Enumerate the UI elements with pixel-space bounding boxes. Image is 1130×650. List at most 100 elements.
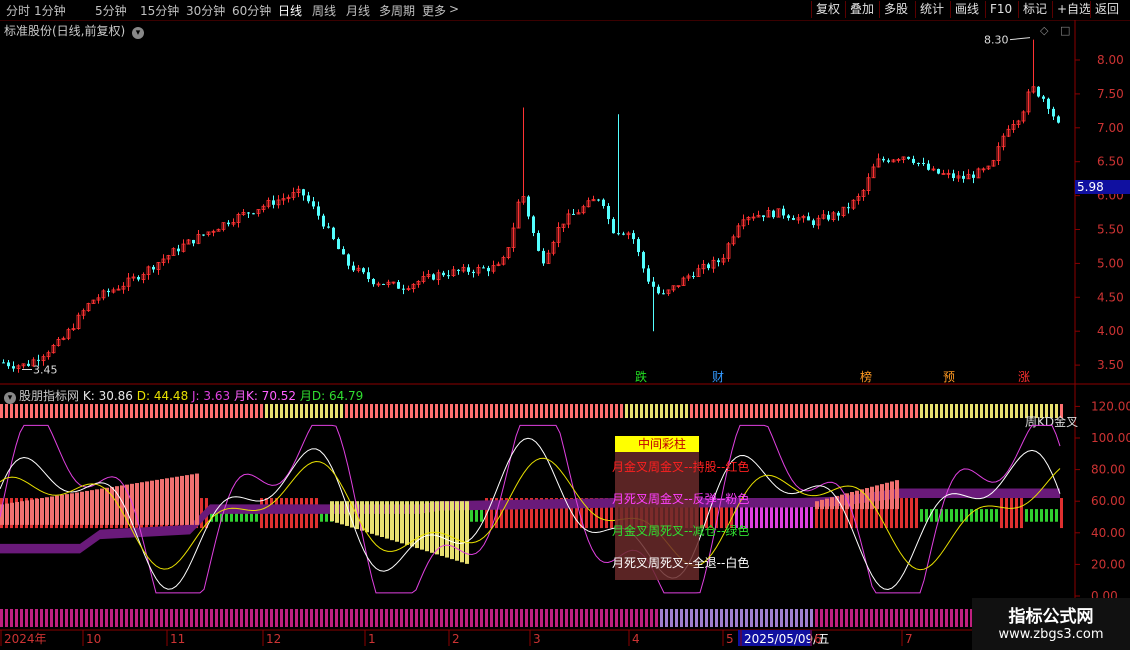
state-column <box>1015 498 1018 529</box>
signal-bar-top <box>870 404 873 418</box>
signal-bar-top <box>275 404 278 418</box>
kd-histogram-bar <box>880 484 884 510</box>
signal-bar-top <box>425 404 428 418</box>
signal-bar-bottom <box>660 609 663 627</box>
signal-bar-top <box>325 404 328 418</box>
signal-bar-bottom <box>450 609 453 627</box>
kd-histogram-bar <box>335 501 339 523</box>
signal-bar-bottom <box>170 609 173 627</box>
kd-histogram-bar <box>20 501 24 525</box>
signal-bar-bottom <box>100 609 103 627</box>
kd-histogram-bar <box>140 482 144 525</box>
signal-bar-top <box>40 404 43 418</box>
signal-bar-top <box>875 404 878 418</box>
signal-bar-top <box>135 404 138 418</box>
signal-bar-top <box>605 404 608 418</box>
signal-bar-top <box>690 404 693 418</box>
kd-histogram-bar <box>80 491 84 525</box>
signal-bar-bottom <box>680 609 683 627</box>
signal-bar-bottom <box>575 609 578 627</box>
signal-bar-top <box>515 404 518 418</box>
candle-body <box>717 260 720 263</box>
candle-body <box>137 276 140 280</box>
signal-bar-bottom <box>830 609 833 627</box>
kd-histogram-bar <box>370 501 374 534</box>
signal-bar-bottom <box>810 609 813 627</box>
signal-bar-top <box>250 404 253 418</box>
indicator-value-1: D: 44.48 <box>132 389 189 403</box>
candle-body <box>432 274 435 280</box>
state-column <box>910 498 913 529</box>
chart-options-chevron-icon[interactable]: ▾ <box>132 27 145 39</box>
state-column <box>955 509 958 522</box>
signal-bar-top <box>750 404 753 418</box>
candle-body <box>607 205 610 220</box>
signal-bar-top <box>70 404 73 418</box>
kd-histogram-bar <box>365 501 369 533</box>
signal-bar-bottom <box>525 609 528 627</box>
signal-bar-bottom <box>95 609 98 627</box>
signal-bar-top <box>280 404 283 418</box>
kd-histogram-bar <box>35 498 39 525</box>
event-marker-4: 涨 <box>1018 369 1030 384</box>
signal-bar-bottom <box>780 609 783 627</box>
kd-histogram-bar <box>435 501 439 555</box>
kline-chart-area[interactable]: 8.007.507.006.506.005.505.004.504.003.50… <box>0 0 1130 650</box>
candle-body <box>772 210 775 218</box>
signal-bar-bottom <box>685 609 688 627</box>
signal-bar-top <box>130 404 133 418</box>
watermark-title: 指标公式网 <box>1008 607 1094 627</box>
kd-histogram-bar <box>420 501 424 550</box>
candle-body <box>442 272 445 276</box>
kd-histogram-bar <box>75 492 79 525</box>
signal-bar-bottom <box>805 609 808 627</box>
signal-bar-bottom <box>55 609 58 627</box>
signal-bar-top <box>935 404 938 418</box>
signal-bar-bottom <box>400 609 403 627</box>
signal-bar-bottom <box>850 609 853 627</box>
signal-bar-bottom <box>715 609 718 627</box>
signal-bar-bottom <box>915 609 918 627</box>
signal-bar-bottom <box>510 609 513 627</box>
signal-bar-bottom <box>550 609 553 627</box>
indicator-options-chevron-icon[interactable]: ▾ <box>4 392 16 404</box>
signal-bar-bottom <box>750 609 753 627</box>
candle-body <box>1042 96 1045 99</box>
kd-histogram-bar <box>185 475 189 525</box>
kd-histogram-bar <box>330 501 334 522</box>
signal-bar-bottom <box>765 609 768 627</box>
kd-histogram-bar <box>815 501 819 510</box>
candle-body <box>177 248 180 252</box>
signal-bar-bottom <box>310 609 313 627</box>
signal-bar-top <box>830 404 833 418</box>
signal-bar-bottom <box>435 609 438 627</box>
signal-bar-top <box>640 404 643 418</box>
candle-body <box>692 275 695 277</box>
price-tick-label: 5.00 <box>1097 256 1124 270</box>
state-column <box>1035 509 1038 522</box>
signal-bar-top <box>100 404 103 418</box>
signal-bar-bottom <box>70 609 73 627</box>
candle-body <box>882 158 885 161</box>
window-square-icon: □ <box>1060 24 1070 37</box>
signal-bar-bottom <box>605 609 608 627</box>
signal-bar-top <box>825 404 828 418</box>
signal-bar-bottom <box>420 609 423 627</box>
signal-bar-top <box>1010 404 1013 418</box>
signal-bar-top <box>540 404 543 418</box>
signal-bar-top <box>160 404 163 418</box>
signal-bar-top <box>220 404 223 418</box>
state-column <box>935 509 938 522</box>
signal-bar-bottom <box>800 609 803 627</box>
signal-bar-bottom <box>460 609 463 627</box>
signal-bar-bottom <box>700 609 703 627</box>
signal-bar-top <box>55 404 58 418</box>
signal-bar-top <box>530 404 533 418</box>
indicator-tick-label: 120.00 <box>1091 399 1130 413</box>
candle-body <box>707 264 710 269</box>
candle-body <box>1057 116 1060 123</box>
price-tick-label: 4.50 <box>1097 290 1124 304</box>
kd-histogram-bar <box>95 489 99 525</box>
signal-bar-top <box>455 404 458 418</box>
candle-body <box>602 199 605 206</box>
